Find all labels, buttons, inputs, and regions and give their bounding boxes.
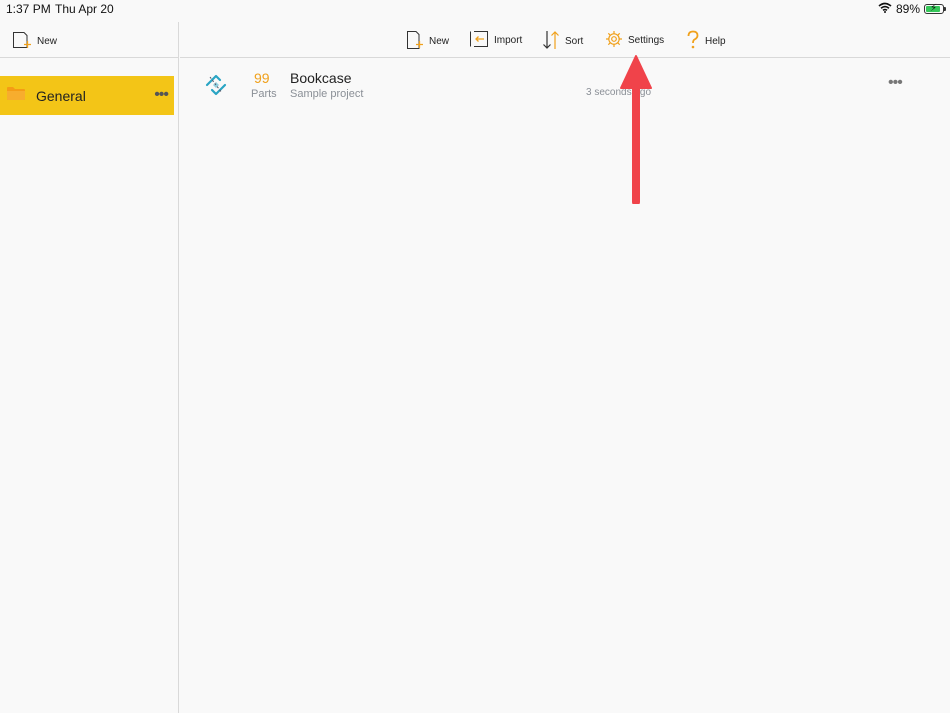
help-button[interactable]: Help — [686, 30, 726, 53]
status-bar: 1:37 PM Thu Apr 20 89% ⚡ — [0, 0, 950, 18]
sidebar-item-general[interactable]: General ••• — [0, 76, 174, 115]
project-more-button[interactable]: ••• — [888, 74, 903, 92]
main-toolbar: New Import Sort Settings Help — [180, 22, 950, 58]
parts-label: Parts — [251, 88, 277, 100]
sidebar-new-folder-button[interactable]: New — [12, 31, 57, 52]
new-label: New — [429, 36, 450, 47]
parts-count: 99 — [254, 70, 270, 86]
status-time: 1:37 PM — [6, 2, 51, 16]
sidebar-item-label: General — [36, 87, 86, 104]
sidebar: New General ••• — [0, 22, 179, 713]
new-document-icon — [406, 30, 424, 53]
gear-icon — [605, 30, 623, 51]
sort-button[interactable]: Sort — [542, 30, 583, 53]
sidebar-new-label: New — [37, 36, 58, 47]
battery-percent: 89% — [895, 2, 920, 16]
status-right: 89% ⚡ — [878, 2, 946, 16]
annotation-arrow — [617, 52, 657, 209]
import-icon — [469, 30, 489, 51]
project-icon — [202, 71, 230, 104]
folder-icon — [6, 85, 26, 106]
settings-button[interactable]: Settings — [605, 30, 664, 51]
sort-icon — [542, 30, 560, 53]
folder-more-button[interactable]: ••• — [154, 86, 169, 104]
sidebar-toolbar: New — [0, 22, 178, 58]
import-button[interactable]: Import — [469, 30, 522, 51]
import-label: Import — [494, 35, 523, 46]
sort-label: Sort — [565, 36, 584, 47]
help-label: Help — [705, 36, 726, 47]
list-item[interactable]: 99 Parts Bookcase Sample project 3 secon… — [180, 66, 950, 106]
project-title: Bookcase — [290, 70, 352, 86]
status-date: Thu Apr 20 — [55, 2, 114, 16]
new-project-button[interactable]: New — [406, 30, 449, 53]
question-mark-icon — [686, 30, 700, 53]
battery-icon: ⚡ — [924, 3, 946, 14]
settings-label: Settings — [628, 35, 665, 46]
new-document-icon — [12, 31, 32, 52]
project-subtitle: Sample project — [290, 88, 364, 100]
wifi-icon — [878, 2, 892, 16]
